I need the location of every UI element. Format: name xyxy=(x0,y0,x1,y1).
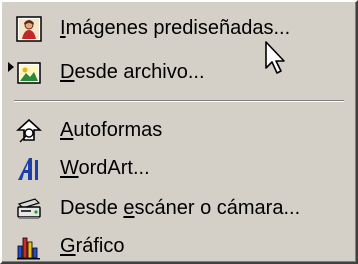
menu-item-clip-art[interactable]: Imágenes prediseñadas... xyxy=(4,10,356,46)
menu-item-label: Imágenes prediseñadas... xyxy=(60,17,291,39)
menu-item-from-file[interactable]: Desde archivo... xyxy=(4,54,356,90)
menu-item-label: WordArt... xyxy=(60,157,150,179)
menu-item-label: Autoformas xyxy=(60,119,163,141)
menu-item-from-scanner-camera[interactable]: Desde escáner o cámara... xyxy=(4,190,356,226)
menu-item-chart[interactable]: Gráfico xyxy=(4,228,356,264)
menu-item-autoshapes[interactable]: Autoformas xyxy=(4,112,356,148)
clip-art-icon xyxy=(16,16,42,42)
menu-item-label: Desde escáner o cámara... xyxy=(60,197,301,219)
chart-icon xyxy=(16,234,42,260)
submenu-arrow-icon xyxy=(8,62,14,72)
menu-item-label: Gráfico xyxy=(60,235,125,257)
wordart-icon xyxy=(16,156,42,182)
picture-file-icon xyxy=(16,60,42,86)
insert-picture-menu: Imágenes prediseñadas... Desde archivo..… xyxy=(0,0,358,264)
mouse-pointer-icon xyxy=(264,40,290,76)
scanner-camera-icon xyxy=(16,196,42,222)
menu-item-wordart[interactable]: WordArt... xyxy=(4,150,356,186)
autoshapes-icon xyxy=(16,118,42,144)
menu-item-label: Desde archivo... xyxy=(60,61,205,83)
menu-separator xyxy=(14,100,344,102)
